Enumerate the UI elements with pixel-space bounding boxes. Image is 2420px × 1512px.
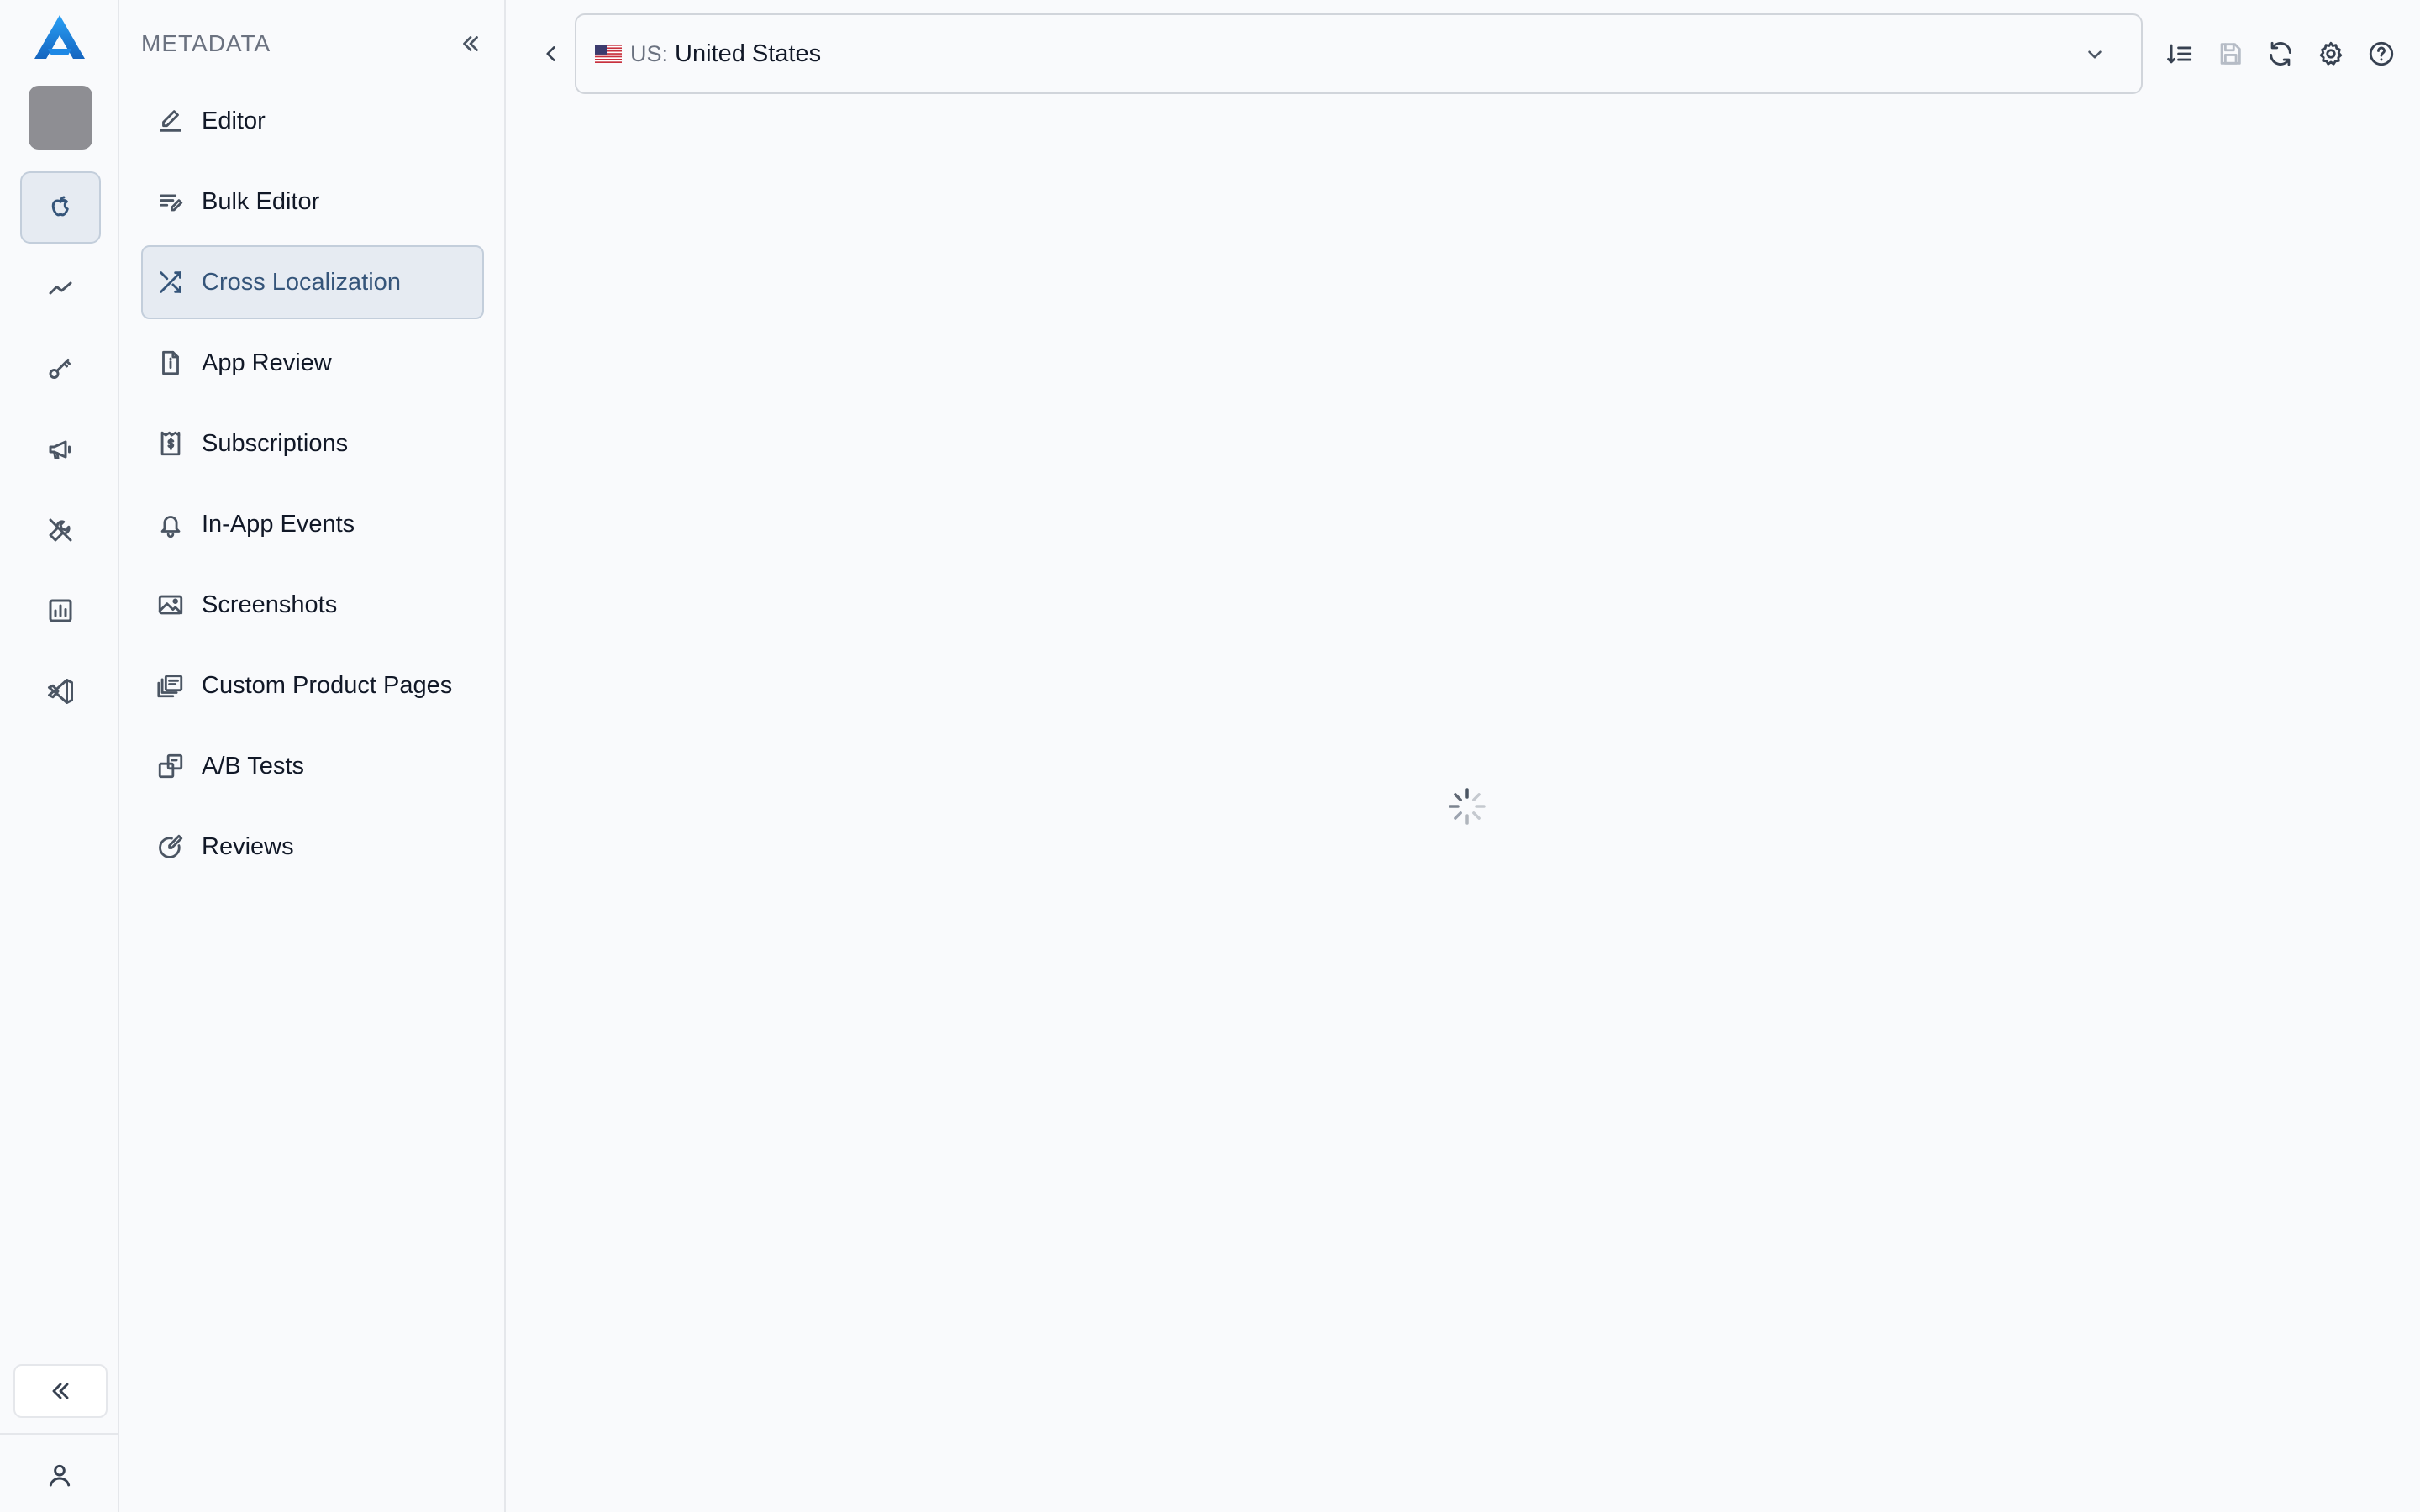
sidebar-item-app-review[interactable]: App Review — [141, 326, 484, 400]
apple-icon — [51, 196, 69, 217]
vscode-icon — [48, 679, 73, 704]
refresh-button[interactable] — [2264, 34, 2297, 74]
icon-rail — [0, 0, 119, 1512]
rail-analytics-button[interactable] — [20, 575, 101, 647]
help-button[interactable] — [2365, 34, 2398, 74]
metadata-sidebar: METADATA Editor Bulk Editor Cross Locali… — [119, 0, 506, 1512]
key-icon — [49, 359, 71, 379]
toolbar — [2163, 34, 2398, 74]
sidebar-item-reviews[interactable]: Reviews — [141, 810, 484, 884]
gear-icon — [2319, 41, 2343, 66]
sort-button[interactable] — [2163, 34, 2196, 74]
save-icon — [2220, 43, 2241, 65]
rail-marketing-button[interactable] — [20, 413, 101, 486]
sidebar-item-label: A/B Tests — [202, 752, 304, 780]
sidebar-item-label: Screenshots — [202, 591, 338, 618]
rail-trend-button[interactable] — [20, 252, 101, 324]
rail-keywords-button[interactable] — [20, 333, 101, 405]
collapse-sidebar-button[interactable] — [454, 27, 487, 60]
document-info-icon — [156, 349, 185, 377]
double-chevron-left-icon — [52, 1383, 69, 1399]
sidebar-item-label: Reviews — [202, 832, 294, 860]
rail-divider — [0, 1433, 119, 1435]
review-edit-icon — [156, 832, 185, 861]
app-thumbnail[interactable] — [29, 86, 92, 150]
sidebar-item-label: In-App Events — [202, 510, 355, 538]
bulk-edit-icon — [156, 187, 185, 216]
bell-icon — [156, 510, 185, 538]
double-chevron-left-icon — [463, 36, 478, 51]
main-content: US: United States — [506, 0, 2420, 1512]
bar-chart-icon — [49, 599, 72, 622]
refresh-icon — [2270, 41, 2291, 66]
loading-spinner-icon — [1449, 788, 1486, 825]
profile-button[interactable] — [32, 1452, 87, 1499]
sort-list-icon — [2167, 44, 2192, 64]
sidebar-item-label: Editor — [202, 107, 266, 134]
rail-apple-button[interactable] — [20, 171, 101, 244]
sidebar-item-screenshots[interactable]: Screenshots — [141, 568, 484, 642]
chevron-left-icon — [546, 46, 555, 61]
help-icon — [2369, 41, 2394, 66]
receipt-dollar-icon — [156, 429, 185, 458]
sidebar-item-label: Cross Localization — [202, 268, 401, 296]
sidebar-item-editor[interactable]: Editor — [141, 84, 484, 158]
locale-select[interactable]: US: United States — [575, 13, 2143, 94]
megaphone-icon — [49, 440, 71, 459]
settings-button[interactable] — [2314, 34, 2348, 74]
sidebar-item-label: Subscriptions — [202, 429, 349, 457]
shuffle-icon — [156, 268, 185, 297]
app-window: METADATA Editor Bulk Editor Cross Locali… — [0, 0, 2420, 1512]
sidebar-item-label: App Review — [202, 349, 332, 376]
image-icon — [156, 591, 185, 619]
sidebar-item-bulk-editor[interactable]: Bulk Editor — [141, 165, 484, 239]
ab-squares-icon — [156, 752, 185, 780]
sidebar-item-label: Bulk Editor — [202, 187, 320, 215]
trend-icon — [49, 281, 72, 295]
rail-integrations-button[interactable] — [20, 655, 101, 727]
sidebar-item-cross-localization[interactable]: Cross Localization — [141, 245, 484, 319]
app-logo-icon[interactable] — [33, 13, 87, 60]
save-button[interactable] — [2213, 34, 2247, 74]
rail-tools-button[interactable] — [20, 494, 101, 566]
sidebar-item-in-app-events[interactable]: In-App Events — [141, 487, 484, 561]
wrench-icon — [49, 518, 72, 542]
us-flag-icon — [595, 45, 622, 63]
pencil-icon — [156, 107, 185, 135]
chevron-down-icon — [2084, 44, 2106, 66]
sidebar-item-ab-tests[interactable]: A/B Tests — [141, 729, 484, 803]
collapse-rail-button[interactable] — [13, 1364, 108, 1418]
stacked-pages-icon — [156, 671, 185, 700]
sidebar-title: METADATA — [141, 30, 271, 56]
sidebar-item-label: Custom Product Pages — [202, 671, 453, 699]
locale-name: United States — [675, 39, 822, 67]
locale-code: US: — [630, 40, 669, 66]
sidebar-item-custom-product-pages[interactable]: Custom Product Pages — [141, 648, 484, 722]
sidebar-item-subscriptions[interactable]: Subscriptions — [141, 407, 484, 480]
user-icon — [49, 1464, 71, 1487]
back-button[interactable] — [536, 37, 566, 71]
